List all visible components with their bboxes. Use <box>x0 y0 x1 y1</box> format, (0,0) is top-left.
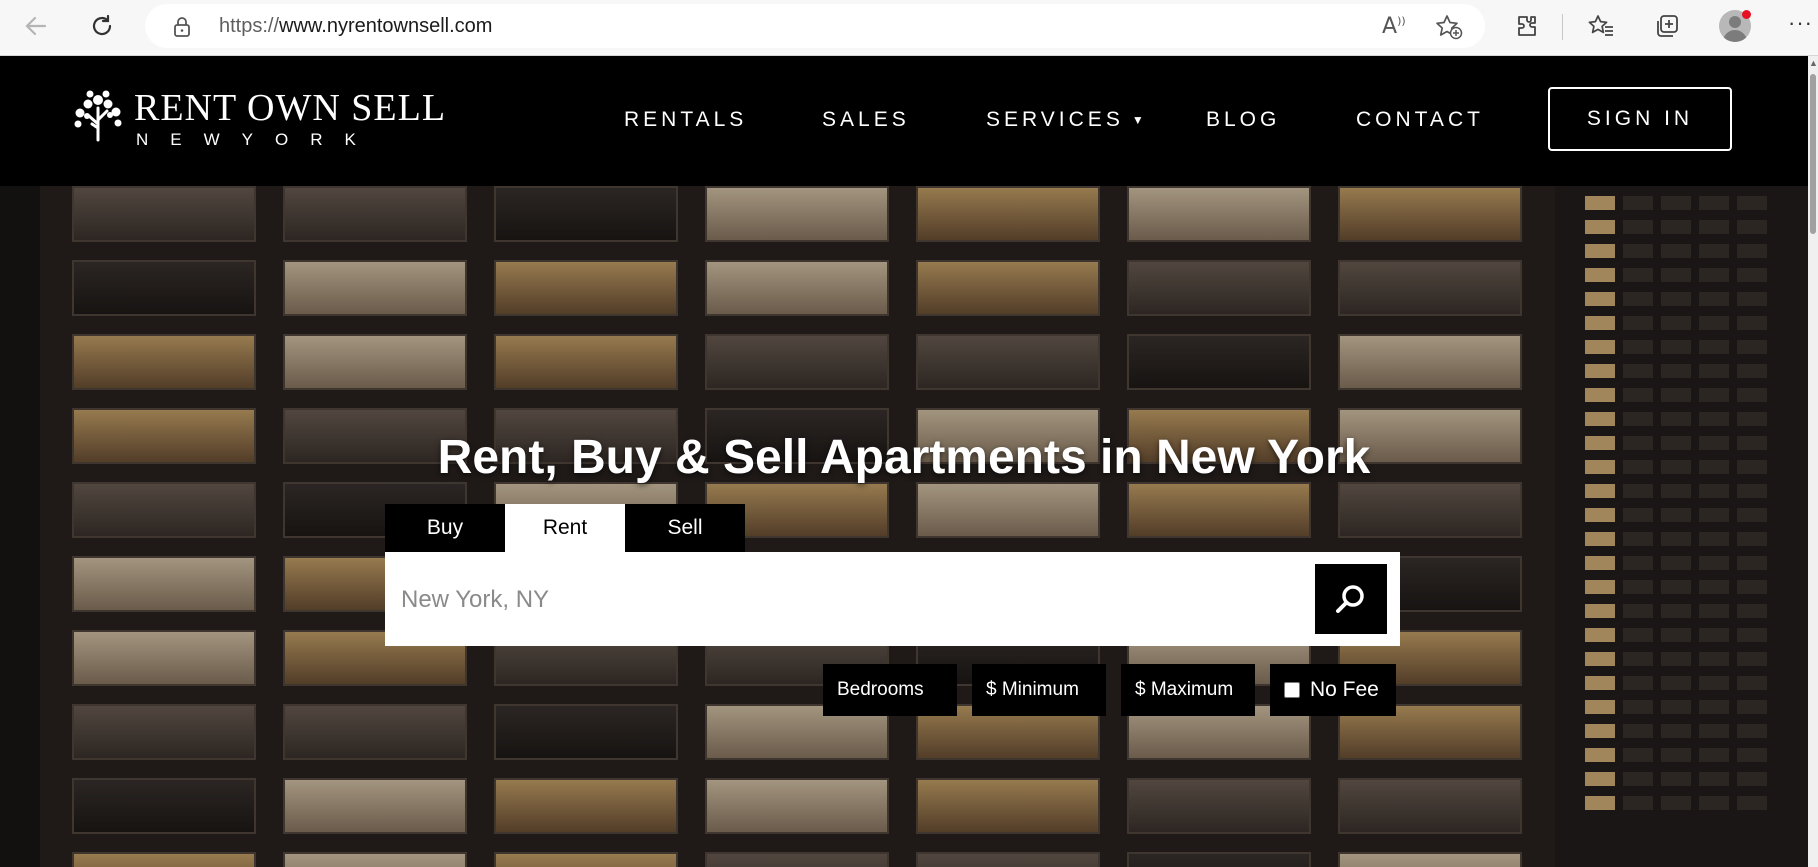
caret-down-icon: ▼ <box>1131 113 1144 128</box>
tab-sell[interactable]: Sell <box>625 504 745 552</box>
hero-overlay <box>0 186 1808 867</box>
no-fee-filter[interactable]: No Fee <box>1270 664 1396 716</box>
bedrooms-select[interactable]: Bedrooms <box>823 664 957 716</box>
price-maximum-select[interactable]: $ Maximum <box>1121 664 1255 716</box>
hero-section: Rent, Buy & Sell Apartments in New York … <box>0 186 1808 867</box>
extensions-icon[interactable] <box>1512 11 1542 41</box>
tab-buy[interactable]: Buy <box>385 504 505 552</box>
more-menu-icon[interactable]: ··· <box>1788 10 1813 36</box>
site-header: RENT OWN SELL NEWYORK RENTALS SALES SERV… <box>0 56 1808 186</box>
page-scrollbar[interactable]: ▲ <box>1808 56 1818 867</box>
scroll-thumb[interactable] <box>1810 74 1816 234</box>
nav-contact[interactable]: CONTACT <box>1356 108 1484 132</box>
back-arrow-icon <box>25 16 47 36</box>
sign-in-button[interactable]: SIGN IN <box>1548 87 1732 151</box>
add-favorite-icon[interactable] <box>1435 14 1463 45</box>
address-bar[interactable]: https://www.nyrentownsell.com A)) <box>145 4 1485 48</box>
nav-sales[interactable]: SALES <box>822 108 910 132</box>
avatar-head <box>1729 16 1741 28</box>
tree-logo-icon <box>74 90 122 142</box>
search-mode-tabs: Buy Rent Sell <box>385 504 745 552</box>
nav-services-label: SERVICES <box>986 108 1124 131</box>
price-minimum-select[interactable]: $ Minimum <box>972 664 1106 716</box>
no-fee-checkbox[interactable] <box>1284 682 1300 698</box>
nav-blog[interactable]: BLOG <box>1206 108 1280 132</box>
search-button[interactable] <box>1315 564 1387 634</box>
nav-services[interactable]: SERVICES ▼ <box>986 108 1144 132</box>
tab-rent[interactable]: Rent <box>505 504 625 552</box>
lock-icon[interactable] <box>173 17 191 42</box>
search-panel <box>385 552 1400 646</box>
url-text[interactable]: https://www.nyrentownsell.com <box>219 15 492 38</box>
location-search-input[interactable] <box>399 580 1283 620</box>
read-aloud-label: A <box>1382 14 1398 39</box>
nav-rentals[interactable]: RENTALS <box>624 108 747 132</box>
toolbar-divider <box>1562 14 1563 40</box>
refresh-icon <box>92 14 112 36</box>
refresh-button[interactable] <box>86 10 118 42</box>
scroll-up-icon[interactable]: ▲ <box>1809 58 1818 68</box>
collections-icon[interactable] <box>1652 11 1682 41</box>
logo-wordmark: RENT OWN SELL <box>134 87 447 129</box>
no-fee-label: No Fee <box>1310 678 1379 701</box>
logo-subtitle: NEWYORK <box>136 130 378 149</box>
hero-title: Rent, Buy & Sell Apartments in New York <box>437 431 1371 484</box>
read-aloud-icon[interactable]: A)) <box>1382 14 1406 39</box>
avatar-body <box>1723 30 1747 42</box>
back-button[interactable] <box>20 10 52 42</box>
url-protocol: https:// <box>219 15 280 37</box>
browser-toolbar: https://www.nyrentownsell.com A)) ··· <box>0 0 1818 56</box>
search-icon <box>1336 585 1364 613</box>
notification-dot <box>1742 10 1751 19</box>
url-host: www.nyrentownsell.com <box>279 15 493 37</box>
favorites-icon[interactable] <box>1586 11 1616 41</box>
